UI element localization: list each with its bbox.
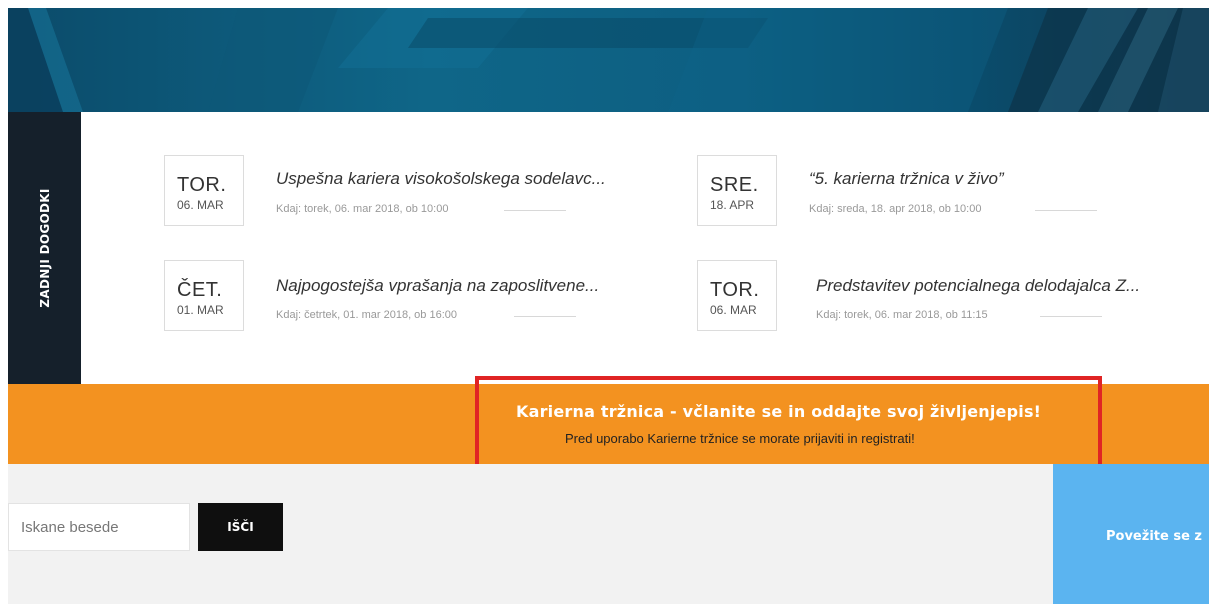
event-divider	[514, 316, 576, 317]
latest-events-section: ZADNJI DOGODKI TOR. 06. MAR Uspešna kari…	[8, 112, 1209, 384]
search-input[interactable]	[8, 503, 190, 551]
event-title-link[interactable]: “5. karierna tržnica v živo”	[809, 169, 1004, 189]
latest-events-tab-label: ZADNJI DOGODKI	[37, 188, 52, 308]
event-time: Kdaj: torek, 06. mar 2018, ob 10:00	[276, 203, 449, 215]
event-title-link[interactable]: Najpogostejša vprašanja na zaposlitvene.…	[276, 276, 599, 296]
event-date: 18. APR	[710, 198, 755, 212]
hero-banner-image	[8, 8, 1209, 112]
event-divider	[504, 210, 566, 211]
event-date-box: ČET. 01. MAR	[164, 260, 244, 331]
event-date-box: TOR. 06. MAR	[697, 260, 777, 331]
event-day: TOR.	[710, 279, 760, 301]
event-day: TOR.	[177, 174, 227, 196]
event-date: 06. MAR	[710, 303, 757, 317]
event-time: Kdaj: sreda, 18. apr 2018, ob 10:00	[809, 203, 982, 215]
event-title-link[interactable]: Uspešna kariera visokošolskega sodelavc.…	[276, 169, 606, 189]
event-date: 01. MAR	[177, 303, 224, 317]
banner-subtitle: Pred uporabo Karierne tržnice se morate …	[565, 431, 915, 446]
latest-events-tab: ZADNJI DOGODKI	[8, 112, 81, 384]
event-date-box: SRE. 18. APR	[697, 155, 777, 226]
event-date: 06. MAR	[177, 198, 224, 212]
hero-graphic	[8, 8, 1209, 112]
event-date-box: TOR. 06. MAR	[164, 155, 244, 226]
banner-title[interactable]: Karierna tržnica - včlanite se in oddajt…	[516, 402, 1041, 421]
event-day: SRE.	[710, 174, 759, 196]
search-button[interactable]: IŠČI	[198, 503, 283, 551]
event-divider	[1035, 210, 1097, 211]
page: ZADNJI DOGODKI TOR. 06. MAR Uspešna kari…	[0, 0, 1209, 604]
event-title-link[interactable]: Predstavitev potencialnega delodajalca Z…	[816, 276, 1140, 296]
event-day: ČET.	[177, 279, 223, 301]
event-time: Kdaj: četrtek, 01. mar 2018, ob 16:00	[276, 309, 458, 321]
event-divider	[1040, 316, 1102, 317]
event-time: Kdaj: torek, 06. mar 2018, ob 11:15	[816, 309, 988, 321]
connect-label[interactable]: Povežite se z	[1106, 529, 1202, 544]
career-market-banner[interactable]: Karierna tržnica - včlanite se in oddajt…	[8, 384, 1209, 464]
connect-panel[interactable]: Povežite se z	[1053, 464, 1209, 604]
